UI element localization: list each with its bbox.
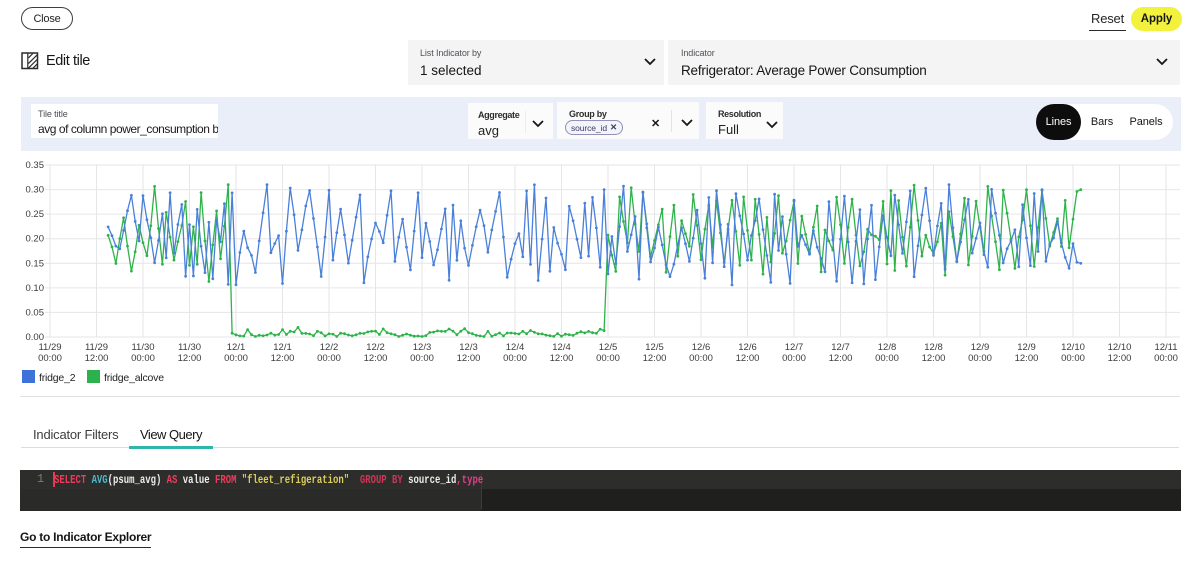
- svg-text:12/5: 12/5: [645, 342, 664, 353]
- svg-text:00:00: 00:00: [1154, 353, 1178, 364]
- svg-text:12/7: 12/7: [785, 342, 804, 353]
- svg-text:00:00: 00:00: [317, 353, 341, 364]
- svg-text:12/6: 12/6: [738, 342, 757, 353]
- svg-text:12:00: 12:00: [736, 353, 760, 364]
- svg-text:12/9: 12/9: [1017, 342, 1036, 353]
- svg-text:00:00: 00:00: [410, 353, 434, 364]
- svg-text:12/1: 12/1: [227, 342, 246, 353]
- svg-text:12/7: 12/7: [831, 342, 850, 353]
- svg-text:12:00: 12:00: [829, 353, 853, 364]
- svg-text:12/8: 12/8: [878, 342, 897, 353]
- svg-text:12:00: 12:00: [922, 353, 946, 364]
- svg-text:00:00: 00:00: [689, 353, 713, 364]
- svg-text:11/29: 11/29: [85, 342, 108, 353]
- svg-text:00:00: 00:00: [224, 353, 248, 364]
- svg-text:12/2: 12/2: [366, 342, 385, 353]
- svg-text:0.10: 0.10: [26, 283, 45, 294]
- svg-text:00:00: 00:00: [38, 353, 62, 364]
- svg-text:12/11: 12/11: [1154, 342, 1177, 353]
- svg-text:12:00: 12:00: [364, 353, 388, 364]
- svg-text:12/3: 12/3: [413, 342, 432, 353]
- svg-text:0.15: 0.15: [26, 258, 45, 269]
- svg-text:12/2: 12/2: [320, 342, 339, 353]
- svg-text:12:00: 12:00: [1108, 353, 1132, 364]
- svg-text:12:00: 12:00: [271, 353, 295, 364]
- svg-text:00:00: 00:00: [131, 353, 155, 364]
- svg-text:0.05: 0.05: [26, 307, 45, 318]
- svg-text:0.25: 0.25: [26, 209, 45, 220]
- svg-text:0.20: 0.20: [26, 234, 45, 245]
- svg-text:12:00: 12:00: [550, 353, 574, 364]
- svg-text:12/3: 12/3: [459, 342, 478, 353]
- svg-text:12/8: 12/8: [924, 342, 943, 353]
- svg-text:00:00: 00:00: [968, 353, 992, 364]
- svg-text:00:00: 00:00: [503, 353, 527, 364]
- svg-text:11/30: 11/30: [178, 342, 201, 353]
- svg-text:11/29: 11/29: [38, 342, 61, 353]
- svg-text:12/5: 12/5: [599, 342, 618, 353]
- svg-text:12:00: 12:00: [1015, 353, 1039, 364]
- svg-text:12:00: 12:00: [178, 353, 202, 364]
- svg-text:00:00: 00:00: [875, 353, 899, 364]
- svg-text:12/6: 12/6: [692, 342, 711, 353]
- svg-text:12:00: 12:00: [643, 353, 667, 364]
- svg-text:12/9: 12/9: [971, 342, 990, 353]
- svg-text:00:00: 00:00: [596, 353, 620, 364]
- svg-text:12:00: 12:00: [85, 353, 109, 364]
- svg-text:0.35: 0.35: [26, 160, 45, 171]
- svg-text:12/1: 12/1: [273, 342, 292, 353]
- svg-text:12/10: 12/10: [1061, 342, 1085, 353]
- svg-text:11/30: 11/30: [131, 342, 154, 353]
- svg-text:12/4: 12/4: [552, 342, 571, 353]
- svg-text:0.30: 0.30: [26, 185, 45, 196]
- svg-text:12/4: 12/4: [506, 342, 525, 353]
- svg-text:00:00: 00:00: [1061, 353, 1085, 364]
- svg-text:12/10: 12/10: [1108, 342, 1132, 353]
- svg-text:00:00: 00:00: [782, 353, 806, 364]
- svg-text:12:00: 12:00: [457, 353, 481, 364]
